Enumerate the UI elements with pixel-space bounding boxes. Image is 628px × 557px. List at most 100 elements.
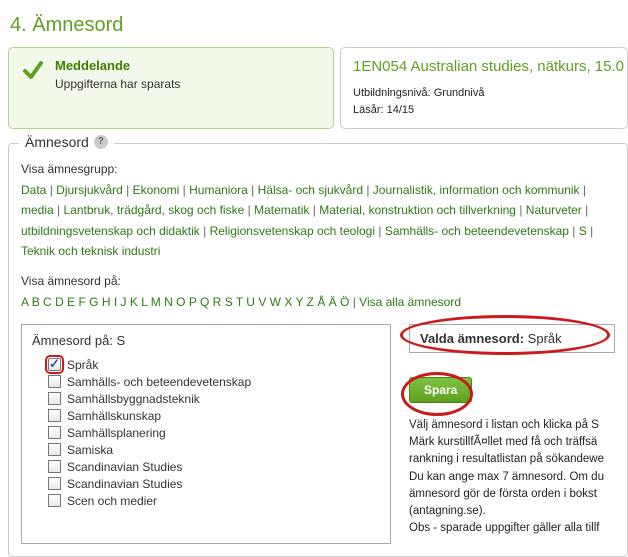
instr-line: (antagning.se).: [409, 503, 615, 520]
group-link[interactable]: media: [21, 203, 54, 217]
separator: |: [123, 183, 133, 197]
legend-text: Ämnesord: [25, 134, 89, 150]
alpha-link[interactable]: M: [151, 295, 161, 309]
alpha-link[interactable]: N: [164, 295, 173, 309]
alpha-links: A B C D E F G H I J K L M N O P Q R S T …: [21, 292, 615, 312]
instr-line: Obs - sparade uppgifter gäller alla till…: [409, 520, 615, 537]
page-title: 4. Ämnesord: [0, 0, 628, 47]
instr-line: rankning i resultatlistan på sökandewe: [409, 451, 615, 468]
alpha-link[interactable]: F: [78, 295, 85, 309]
alpha-link[interactable]: Ö: [340, 295, 349, 309]
alpha-link[interactable]: O: [176, 295, 185, 309]
selected-box: Valda ämnesord: Språk: [409, 324, 615, 353]
group-link[interactable]: Lantbruk, trädgård, skog och fiske: [63, 203, 244, 217]
group-link[interactable]: Data: [21, 183, 46, 197]
alpha-link[interactable]: Ä: [329, 295, 337, 309]
list-item[interactable]: Samiska: [48, 443, 382, 457]
alpha-link[interactable]: J: [121, 295, 127, 309]
list-item[interactable]: Språk: [48, 358, 382, 372]
alpha-link[interactable]: Z: [307, 295, 314, 309]
checkbox-icon[interactable]: [48, 426, 61, 439]
list-item[interactable]: Samhällskunskap: [48, 409, 382, 423]
checkbox-icon[interactable]: [48, 409, 61, 422]
course-title: 1EN054 Australian studies, nätkurs, 15.0…: [353, 58, 615, 75]
show-all-link[interactable]: Visa alla ämnesord: [359, 295, 461, 309]
alpha-link[interactable]: B: [32, 295, 40, 309]
checkbox-icon[interactable]: [48, 443, 61, 456]
alpha-link[interactable]: K: [130, 295, 138, 309]
list-item[interactable]: Scandinavian Studies: [48, 477, 382, 491]
group-link[interactable]: Samhälls- och beteendevetenskap: [385, 224, 569, 238]
group-link[interactable]: Teknik och teknisk industri: [21, 244, 160, 258]
group-link[interactable]: Naturveter: [526, 203, 582, 217]
group-link[interactable]: Matematik: [254, 203, 309, 217]
list-item-label: Samhälls- och beteendevetenskap: [67, 375, 251, 389]
course-year-value: 14/15: [387, 104, 415, 116]
list-item[interactable]: Samhälls- och beteendevetenskap: [48, 375, 382, 389]
amnesord-fieldset: Ämnesord ? Visa ämnesgrupp: Data | Djurs…: [8, 143, 628, 557]
list-item-label: Samhällsplanering: [67, 426, 166, 440]
instr-line: ämnesord gör de första orden i bokst: [409, 486, 615, 503]
checkbox-icon[interactable]: [48, 358, 61, 371]
course-info-box: 1EN054 Australian studies, nätkurs, 15.0…: [340, 47, 628, 129]
group-link[interactable]: Material, konstruktion och tillverkning: [319, 203, 516, 217]
message-text: Uppgifterna har sparats: [55, 77, 180, 91]
instr-line: Du kan ange max 7 ämnesord. Om du: [409, 469, 615, 486]
list-item-label: Samhällskunskap: [67, 409, 161, 423]
alpha-link[interactable]: P: [189, 295, 197, 309]
checkbox-icon[interactable]: [48, 477, 61, 490]
list-item[interactable]: Scen och medier: [48, 494, 382, 508]
instr-line: Välj ämnesord i listan och klicka på S: [409, 417, 615, 434]
group-link[interactable]: utbildningsvetenskap och didaktik: [21, 224, 200, 238]
help-icon[interactable]: ?: [94, 135, 108, 149]
alpha-link[interactable]: U: [246, 295, 255, 309]
separator: |: [569, 224, 579, 238]
list-item[interactable]: Scandinavian Studies: [48, 460, 382, 474]
group-label: Visa ämnesgrupp:: [21, 162, 615, 176]
message-title: Meddelande: [55, 58, 180, 73]
alpha-link[interactable]: T: [236, 295, 243, 309]
list-item-label: Scen och medier: [67, 494, 157, 508]
course-level-value: Grundnivå: [434, 87, 485, 99]
message-box: Meddelande Uppgifterna har sparats: [8, 47, 334, 129]
alpha-link[interactable]: W: [270, 295, 281, 309]
separator: |: [200, 224, 210, 238]
course-year-label: Läsår:: [353, 104, 384, 116]
checkbox-icon[interactable]: [48, 494, 61, 507]
alpha-link[interactable]: C: [43, 295, 52, 309]
list-item-label: Scandinavian Studies: [67, 460, 182, 474]
group-link[interactable]: Ekonomi: [133, 183, 180, 197]
alpha-label: Visa ämnesord på:: [21, 274, 615, 288]
separator: |: [54, 203, 64, 217]
checkmark-icon: [21, 58, 45, 82]
list-item[interactable]: Samhällsbyggnadsteknik: [48, 392, 382, 406]
alpha-link[interactable]: E: [67, 295, 75, 309]
separator: |: [587, 224, 593, 238]
alpha-link[interactable]: Q: [200, 295, 209, 309]
alpha-link[interactable]: S: [225, 295, 233, 309]
list-item[interactable]: Samhällsplanering: [48, 426, 382, 440]
group-link[interactable]: Djursjukvård: [56, 183, 123, 197]
separator: |: [516, 203, 526, 217]
group-link[interactable]: S: [579, 224, 587, 238]
group-link[interactable]: Hälsa- och sjukvård: [258, 183, 363, 197]
separator: |: [248, 183, 258, 197]
alpha-link[interactable]: D: [55, 295, 64, 309]
list-item-label: Språk: [67, 358, 98, 372]
list-item-label: Samiska: [67, 443, 113, 457]
save-button[interactable]: Spara: [409, 377, 472, 403]
separator: |: [582, 203, 588, 217]
group-link[interactable]: Journalistik, information och kommunik: [373, 183, 580, 197]
fieldset-legend: Ämnesord ?: [19, 134, 114, 150]
checkbox-icon[interactable]: [48, 392, 61, 405]
checkbox-icon[interactable]: [48, 460, 61, 473]
group-link[interactable]: Humaniora: [189, 183, 248, 197]
course-level-label: Utbildningsnivå:: [353, 87, 431, 99]
group-link[interactable]: Religionsvetenskap och teologi: [210, 224, 375, 238]
checkbox-icon[interactable]: [48, 375, 61, 388]
selected-label: Valda ämnesord:: [420, 331, 524, 346]
separator: |: [309, 203, 319, 217]
separator: |: [46, 183, 56, 197]
listbox-title: Ämnesord på: S: [32, 333, 382, 348]
amnesord-listbox[interactable]: Ämnesord på: S Språk Samhälls- och beteen…: [21, 324, 391, 544]
